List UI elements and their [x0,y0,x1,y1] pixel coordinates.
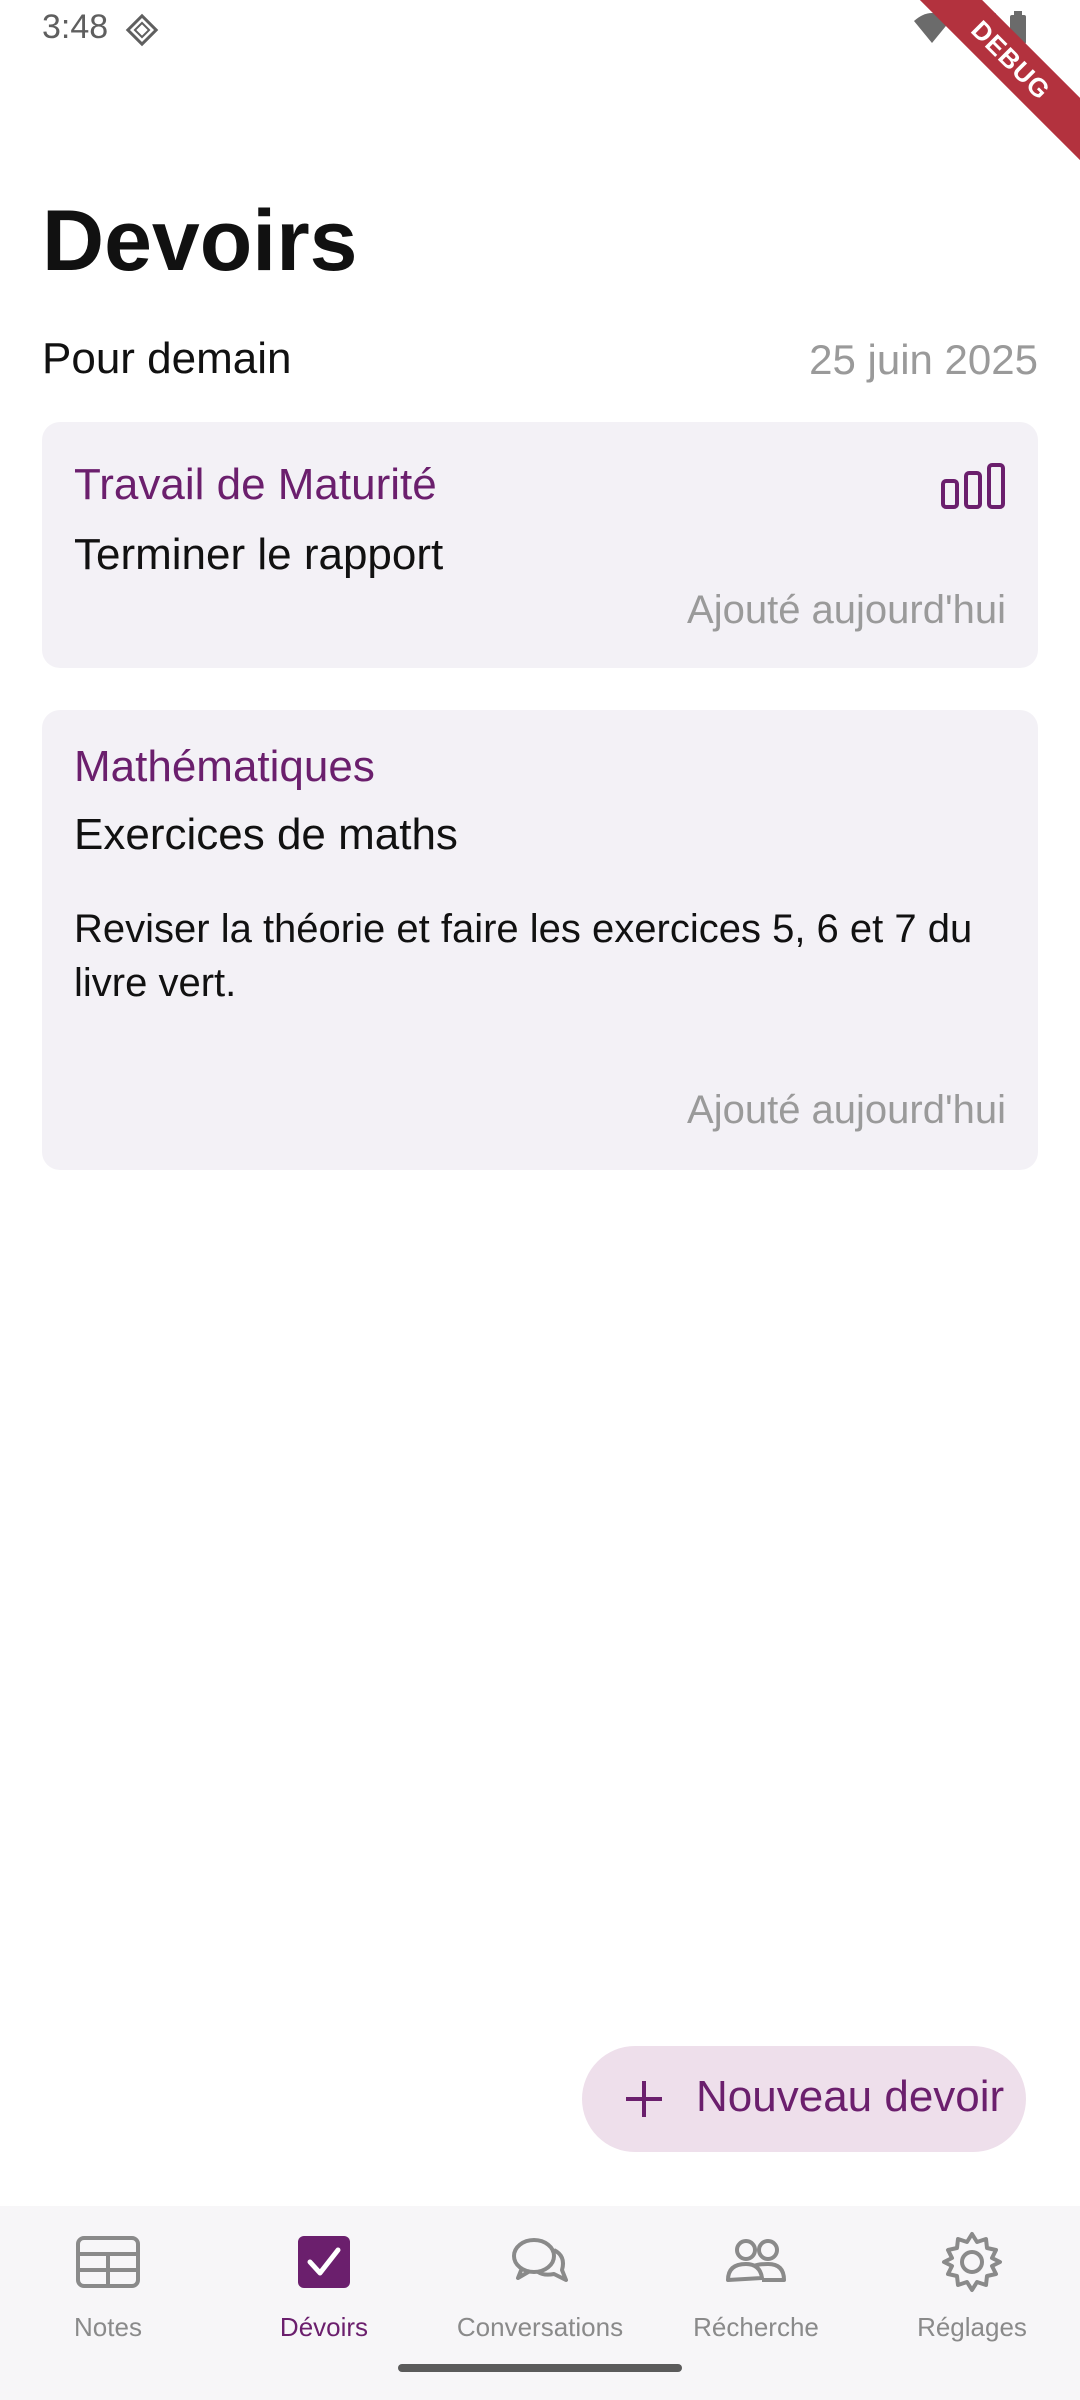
status-bar: 3:48 DEBUG [0,0,1080,172]
task-description: Reviser la théorie et faire les exercice… [74,907,973,1005]
gear-icon [942,2232,1002,2292]
nav-label: Récherche [693,2312,819,2342]
new-homework-label: Nouveau devoir [696,2072,1005,2121]
people-icon [726,2239,786,2282]
status-time: 3:48 [42,8,109,46]
page-title: Devoirs [42,193,358,289]
task-card[interactable]: Travail de Maturité Terminer le rapport … [42,422,1038,668]
section-date: 25 juin 2025 [809,336,1038,383]
table-icon [76,2236,140,2288]
progress-bars-icon[interactable] [940,462,1006,510]
task-subject: Travail de Maturité [74,460,437,509]
task-title: Terminer le rapport [74,530,444,579]
task-card[interactable]: Mathématiques Exercices de maths Reviser… [42,710,1038,1170]
nav-label: Notes [74,2312,142,2342]
section-header: Pour demain 25 juin 2025 [42,334,1038,394]
task-subject: Mathématiques [74,742,375,791]
nav-item-conversations[interactable]: Conversations [432,2222,648,2352]
task-added-date: Ajouté aujourd'hui [687,588,1006,632]
section-title: Pour demain [42,334,292,383]
task-title: Exercices de maths [74,810,458,859]
status-app-icon [125,13,159,47]
nav-item-reglages[interactable]: Réglages [864,2222,1080,2352]
nav-label: Conversations [456,2312,624,2342]
nav-item-recherche[interactable]: Récherche [648,2222,864,2352]
nav-label: Réglages [917,2312,1027,2342]
plus-icon [626,2081,662,2117]
home-indicator[interactable] [398,2364,682,2372]
new-homework-button[interactable]: Nouveau devoir [582,2046,1026,2152]
nav-item-devoirs[interactable]: Dévoirs [216,2222,432,2352]
chat-bubbles-icon [512,2238,568,2282]
task-added-date: Ajouté aujourd'hui [687,1088,1006,1132]
checkbox-icon [298,2236,350,2288]
nav-label: Dévoirs [279,2312,369,2342]
nav-item-notes[interactable]: Notes [0,2222,216,2352]
